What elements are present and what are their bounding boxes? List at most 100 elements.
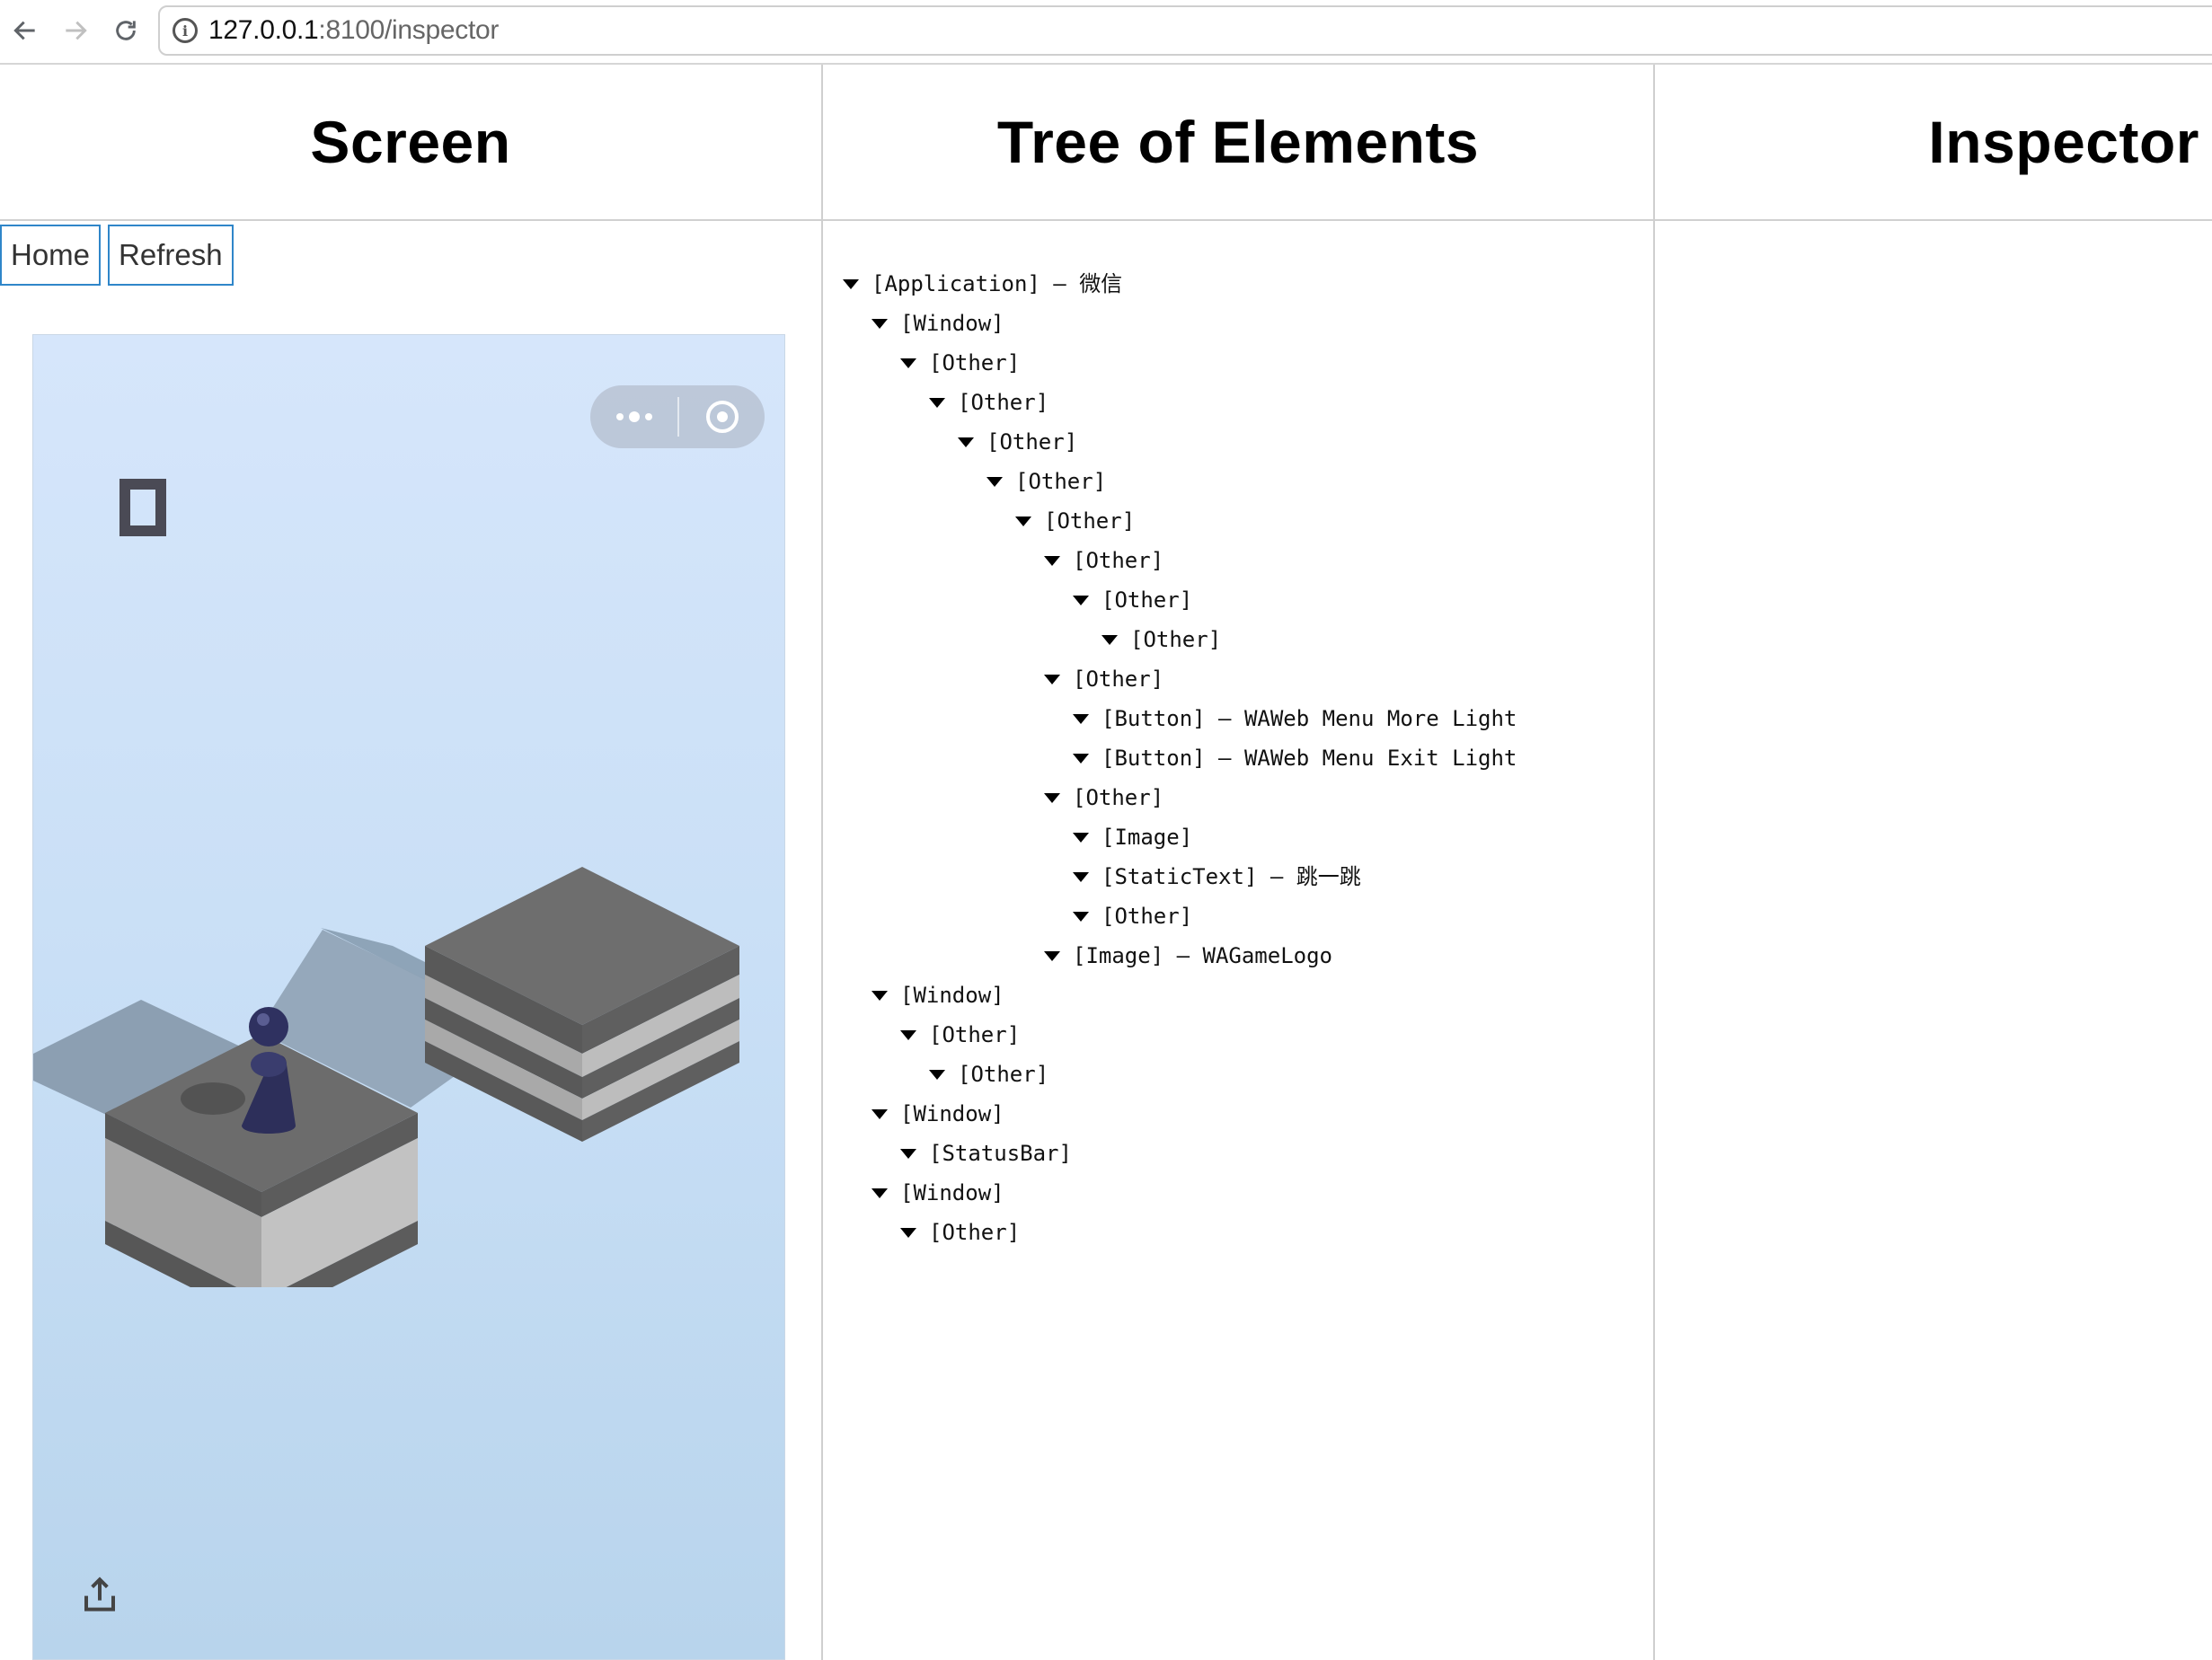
menu-exit-button[interactable]	[679, 385, 765, 448]
tree-node-label[interactable]: [Window]	[900, 304, 1004, 343]
caret-down-icon[interactable]	[900, 1029, 916, 1040]
caret-down-icon[interactable]	[929, 397, 945, 408]
tree-node-label[interactable]: [Button] – WAWeb Menu More Light	[1102, 699, 1517, 738]
tree-node-label[interactable]: [StatusBar]	[929, 1134, 1072, 1173]
caret-down-icon[interactable]	[1073, 871, 1089, 882]
caret-down-icon[interactable]	[1102, 634, 1118, 645]
forward-button[interactable]	[56, 11, 95, 50]
home-button[interactable]: Home	[0, 225, 102, 286]
caret-down-icon[interactable]	[1044, 950, 1060, 961]
miniprogram-capsule	[590, 385, 765, 448]
screen-actions: Home Refresh	[0, 225, 234, 286]
screen-title: Screen	[310, 109, 511, 175]
tree-node-label[interactable]: [Other]	[929, 1213, 1020, 1252]
tree-node[interactable]: [Button] – WAWeb Menu More Light	[843, 699, 1517, 738]
tree-node-label[interactable]: [Other]	[929, 1015, 1020, 1055]
tree-node[interactable]: [Window]	[843, 304, 1517, 343]
tree-node-label[interactable]: [StaticText] – 跳一跳	[1102, 857, 1361, 896]
tree-node-label[interactable]: [Other]	[958, 383, 1048, 422]
tree-node[interactable]: [Application] – 微信	[843, 264, 1517, 304]
caret-down-icon[interactable]	[1073, 911, 1089, 922]
address-bar[interactable]: i 127.0.0.1:8100/inspector	[158, 5, 2212, 56]
tree-node[interactable]: [Other]	[843, 1213, 1517, 1252]
tree-node-label[interactable]: [Other]	[929, 343, 1020, 383]
tree-node[interactable]: [Other]	[843, 620, 1517, 659]
url-path: :8100/inspector	[318, 15, 500, 45]
tree-node-label[interactable]: [Other]	[987, 422, 1077, 462]
refresh-button[interactable]: Refresh	[108, 225, 234, 286]
caret-down-icon[interactable]	[900, 358, 916, 368]
caret-down-icon[interactable]	[843, 278, 859, 289]
device-screenshot[interactable]	[32, 334, 785, 1660]
tree-node-label[interactable]: [Window]	[900, 1094, 1004, 1134]
tree-node[interactable]: [StatusBar]	[843, 1134, 1517, 1173]
tree-node[interactable]: [Window]	[843, 976, 1517, 1015]
tree-node[interactable]: [Other]	[843, 541, 1517, 580]
caret-down-icon[interactable]	[1073, 713, 1089, 724]
caret-down-icon[interactable]	[1044, 792, 1060, 803]
tree-node[interactable]: [Other]	[843, 659, 1517, 699]
url-host: 127.0.0.1	[208, 15, 319, 45]
tree-node[interactable]: [Window]	[843, 1094, 1517, 1134]
caret-down-icon[interactable]	[1015, 516, 1031, 526]
tree-node-label[interactable]: [Other]	[1102, 896, 1192, 936]
tree-node-label[interactable]: [Other]	[1102, 580, 1192, 620]
tree-node[interactable]: [Other]	[843, 501, 1517, 541]
caret-down-icon[interactable]	[872, 1188, 888, 1198]
caret-down-icon[interactable]	[872, 1108, 888, 1119]
tree-node-label[interactable]: [Window]	[900, 1173, 1004, 1213]
caret-down-icon[interactable]	[987, 476, 1003, 487]
caret-down-icon[interactable]	[1044, 674, 1060, 684]
element-tree: [Application] – 微信 [Window] [Other] [Other]…	[843, 264, 1517, 1252]
caret-down-icon[interactable]	[872, 318, 888, 329]
tree-node-label[interactable]: [Window]	[900, 976, 1004, 1015]
tree-node-label[interactable]: [Image] – WAGameLogo	[1073, 936, 1332, 976]
menu-more-button[interactable]	[590, 385, 677, 448]
tree-node-label[interactable]: [Application] – 微信	[872, 264, 1122, 304]
arrow-right-icon	[66, 21, 87, 40]
inspector-panel: Inspector	[1653, 65, 2212, 1660]
score-digit-zero	[119, 479, 166, 536]
share-icon[interactable]	[82, 1575, 118, 1614]
caret-down-icon[interactable]	[1073, 595, 1089, 605]
tree-node-label[interactable]: [Other]	[1015, 462, 1106, 501]
tree-node-label[interactable]: [Image]	[1102, 817, 1192, 857]
inspector-title: Inspector	[1928, 109, 2199, 175]
tree-node[interactable]: [Image]	[843, 817, 1517, 857]
tree-node[interactable]: [Other]	[843, 383, 1517, 422]
tree-node[interactable]: [Other]	[843, 422, 1517, 462]
caret-down-icon[interactable]	[872, 990, 888, 1001]
tree-node[interactable]: [StaticText] – 跳一跳	[843, 857, 1517, 896]
reload-button[interactable]	[106, 11, 146, 50]
tree-title: Tree of Elements	[996, 109, 1480, 175]
caret-down-icon[interactable]	[900, 1148, 916, 1159]
tree-node[interactable]: [Other]	[843, 462, 1517, 501]
tree-node-label[interactable]: [Other]	[1044, 501, 1135, 541]
tree-header: Tree of Elements	[823, 65, 1653, 221]
info-icon[interactable]: i	[173, 18, 198, 43]
tree-node-label[interactable]: [Other]	[1130, 620, 1221, 659]
tree-node[interactable]: [Window]	[843, 1173, 1517, 1213]
tree-node[interactable]: [Other]	[843, 778, 1517, 817]
tree-node-label[interactable]: [Other]	[1073, 541, 1164, 580]
caret-down-icon[interactable]	[1073, 832, 1089, 843]
tree-node[interactable]: [Other]	[843, 1015, 1517, 1055]
screen-panel: Screen Home Refresh	[0, 65, 821, 1660]
tree-node-label[interactable]: [Button] – WAWeb Menu Exit Light	[1102, 738, 1517, 778]
caret-down-icon[interactable]	[1073, 753, 1089, 764]
tree-node-label[interactable]: [Other]	[1073, 778, 1164, 817]
piece-shadow	[181, 1082, 245, 1115]
caret-down-icon[interactable]	[1044, 555, 1060, 566]
tree-node[interactable]: [Other]	[843, 896, 1517, 936]
tree-node-label[interactable]: [Other]	[1073, 659, 1164, 699]
tree-node[interactable]: [Other]	[843, 343, 1517, 383]
tree-node[interactable]: [Image] – WAGameLogo	[843, 936, 1517, 976]
tree-node[interactable]: [Other]	[843, 580, 1517, 620]
back-button[interactable]	[5, 11, 45, 50]
tree-node[interactable]: [Other]	[843, 1055, 1517, 1094]
tree-node[interactable]: [Button] – WAWeb Menu Exit Light	[843, 738, 1517, 778]
caret-down-icon[interactable]	[958, 437, 974, 447]
caret-down-icon[interactable]	[929, 1069, 945, 1080]
tree-node-label[interactable]: [Other]	[958, 1055, 1048, 1094]
caret-down-icon[interactable]	[900, 1227, 916, 1238]
